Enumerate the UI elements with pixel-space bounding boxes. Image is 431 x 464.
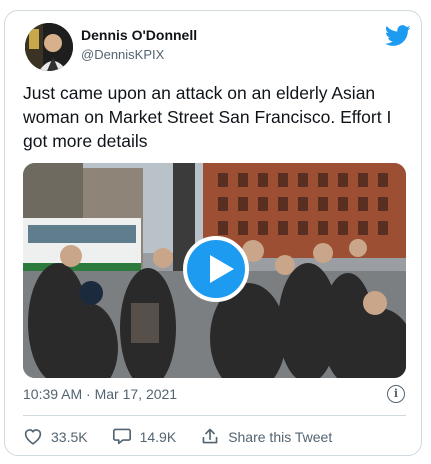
author-name[interactable]: Dennis O'Donnell (81, 27, 197, 43)
tweet-card[interactable]: Dennis O'Donnell @DennisKPIX Just came u… (4, 10, 422, 456)
divider (23, 415, 406, 416)
heart-icon (23, 427, 51, 448)
author-handle[interactable]: @DennisKPIX (81, 47, 164, 62)
reply-button[interactable]: 14.9K (112, 427, 177, 448)
twitter-bird-icon[interactable] (385, 25, 411, 47)
tweet-text: Just came upon an attack on an elderly A… (23, 83, 392, 151)
play-icon[interactable] (183, 236, 249, 302)
like-count: 33.5K (51, 429, 88, 445)
share-button[interactable]: Share this Tweet (200, 427, 332, 448)
reply-count: 14.9K (139, 429, 177, 445)
info-icon[interactable]: i (387, 385, 405, 403)
share-label: Share this Tweet (228, 429, 333, 445)
avatar[interactable] (25, 23, 73, 71)
tweet-timestamp[interactable]: 10:39 AM · Mar 17, 2021 (23, 386, 177, 402)
video-player[interactable] (23, 163, 406, 378)
comment-icon (112, 427, 140, 448)
share-icon (200, 427, 228, 448)
action-bar: 33.5K 14.9K Share this Tweet (23, 425, 356, 449)
like-button[interactable]: 33.5K (23, 427, 88, 448)
